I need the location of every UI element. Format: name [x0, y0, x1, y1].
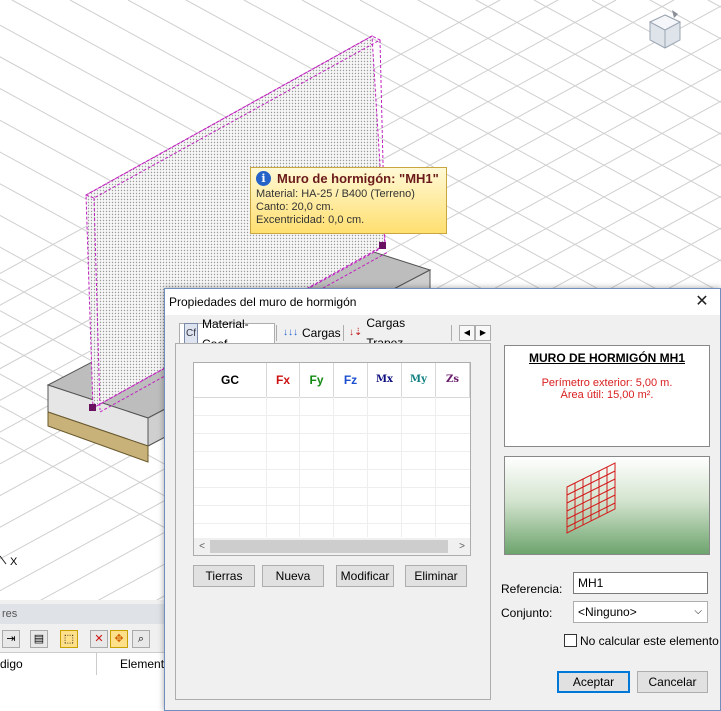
tooltip-title: Muro de hormigón: "MH1": [277, 171, 439, 186]
info-perimeter: Perímetro exterior: 5,00 m.: [541, 377, 673, 389]
grid-header-zs[interactable]: Zs: [436, 363, 470, 397]
panel-table-header: digo Elemento: [0, 652, 171, 676]
grid-header-mx[interactable]: Mx: [368, 363, 402, 397]
scroll-left-icon[interactable]: <: [194, 538, 210, 555]
tab-cargas-trapez[interactable]: ↓⇣ Cargas Trapez.: [345, 316, 449, 350]
scroll-right-icon[interactable]: >: [454, 538, 470, 555]
panel-table-body: [0, 675, 166, 711]
grid-header-gc[interactable]: GC: [194, 363, 267, 397]
tab-scroll-left-icon[interactable]: ◀: [459, 325, 475, 341]
element-info-box: MURO DE HORMIGÓN MH1 Perímetro exterior:…: [504, 345, 710, 447]
referencia-label: Referencia:: [501, 582, 563, 596]
grid-horizontal-scrollbar[interactable]: < >: [194, 538, 470, 555]
tab-material-coef[interactable]: Cf Material-Coef.: [179, 317, 275, 351]
toolbar-select-icon[interactable]: ⬚: [60, 630, 78, 648]
toolbar-export-icon[interactable]: ⇥: [2, 630, 20, 648]
wall-node-left[interactable]: [89, 404, 96, 411]
conjunto-selected-value: <Ninguno>: [578, 605, 637, 619]
wall-preview: [504, 456, 710, 555]
dialog-titlebar: Propiedades del muro de hormigón ✕: [165, 289, 720, 315]
tab-scroll-right-icon[interactable]: ▶: [475, 325, 491, 341]
tab-cargas-label: Cargas: [302, 326, 341, 340]
scrollbar-thumb[interactable]: [210, 540, 448, 553]
info-icon: i: [256, 171, 271, 186]
background-panel: res ⇥ ▤ ⬚ ✕ ✥ ⌕ digo Elemento: [0, 600, 171, 711]
toolbar-move-icon[interactable]: ✥: [110, 630, 128, 648]
no-calcular-checkbox[interactable]: [564, 634, 577, 647]
toolbar-zoom-icon[interactable]: ⌕: [132, 630, 150, 648]
trapez-loads-icon: ↓⇣: [349, 327, 363, 338]
tab-cargas[interactable]: ↓↓↓ Cargas: [279, 323, 343, 343]
modificar-button[interactable]: Modificar: [336, 565, 394, 587]
cancel-button[interactable]: Cancelar: [637, 671, 708, 693]
grid-header-fz[interactable]: Fz: [334, 363, 368, 397]
close-icon[interactable]: ✕: [692, 292, 712, 312]
no-calcular-label: No calcular este elemento: [580, 634, 719, 648]
conjunto-select[interactable]: <Ninguno> ⌵: [573, 601, 708, 623]
info-area: Área útil: 15,00 m².: [560, 389, 654, 401]
nueva-button[interactable]: Nueva: [262, 565, 324, 587]
toolbar-print-icon[interactable]: ▤: [30, 630, 48, 648]
loads-icon: ↓↓↓: [283, 327, 298, 338]
wall-mesh-icon: [566, 462, 616, 534]
panel-title: res: [0, 604, 168, 624]
header-codigo[interactable]: digo: [0, 653, 23, 675]
conjunto-label: Conjunto:: [501, 606, 553, 620]
dialog-title: Propiedades del muro de hormigón: [169, 295, 357, 309]
info-title: MURO DE HORMIGÓN MH1: [529, 351, 685, 365]
grid-header-my[interactable]: My: [402, 363, 436, 397]
panel-toolbar: ⇥ ▤ ⬚ ✕ ✥ ⌕: [0, 628, 166, 650]
grid-header-fy[interactable]: Fy: [300, 363, 334, 397]
accept-button[interactable]: Aceptar: [557, 671, 630, 693]
grid-header-fx[interactable]: Fx: [267, 363, 300, 397]
view-cube-icon[interactable]: [648, 10, 682, 49]
tooltip-material: Material: HA-25 / B400 (Terreno): [256, 188, 415, 200]
wall-properties-dialog: Propiedades del muro de hormigón ✕ Cf Ma…: [164, 288, 721, 711]
tierras-button[interactable]: Tierras: [193, 565, 255, 587]
chevron-down-icon: ⌵: [694, 606, 702, 617]
loads-grid[interactable]: GC Fx Fy Fz Mx My Zs < >: [193, 362, 471, 556]
wall-node-right[interactable]: [379, 242, 386, 249]
toolbar-delete-icon[interactable]: ✕: [90, 630, 108, 648]
element-tooltip: i Muro de hormigón: "MH1" Material: HA-2…: [250, 167, 447, 234]
coef-icon: Cf: [184, 322, 198, 345]
axis-x-label: X: [10, 556, 18, 568]
eliminar-button[interactable]: Eliminar: [405, 565, 467, 587]
referencia-input[interactable]: [573, 572, 708, 594]
tooltip-excentricidad: Excentricidad: 0,0 cm.: [256, 214, 365, 226]
tooltip-canto: Canto: 20,0 cm.: [256, 201, 334, 213]
